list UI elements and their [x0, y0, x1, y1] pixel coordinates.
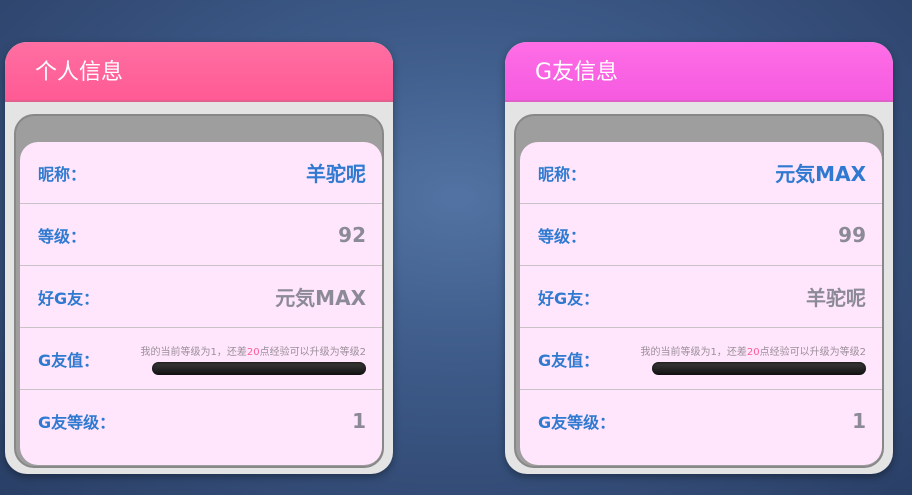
nickname-value: 羊驼呢	[306, 162, 366, 186]
level-row: 等级： 92	[20, 204, 382, 266]
glevel-label: G友等级：	[38, 413, 116, 432]
friend-info-card: G友信息 昵称： 元気MAX 等级： 99 好G友： 羊驼呢 G友值： 我的当前…	[505, 42, 893, 474]
gvalue-row: G友值： 我的当前等级为1，还差20点经验可以升级为等级2	[520, 328, 882, 390]
level-label: 等级：	[38, 226, 87, 246]
nickname-row: 昵称： 羊驼呢	[20, 142, 382, 204]
personal-info-title: 个人信息	[5, 42, 393, 102]
gvalue-row: G友值： 我的当前等级为1，还差20点经验可以升级为等级2	[20, 328, 382, 390]
progress-suffix: 点经验可以升级为等级2	[259, 346, 366, 358]
glevel-row: G友等级： 1	[20, 390, 382, 452]
personal-info-panel: 昵称： 羊驼呢 等级： 92 好G友： 元気MAX G友值： 我的当前等级为1，…	[20, 142, 382, 465]
progress-text: 我的当前等级为1，还差20点经验可以升级为等级2	[141, 343, 366, 358]
gvalue-progress: 我的当前等级为1，还差20点经验可以升级为等级2	[141, 343, 366, 375]
glevel-value: 1	[852, 409, 866, 433]
progress-points: 20	[246, 346, 260, 358]
friend-value: 元気MAX	[275, 286, 366, 310]
level-label: 等级：	[538, 226, 587, 246]
gvalue-label: G友值：	[538, 350, 600, 370]
glevel-row: G友等级： 1	[520, 390, 882, 452]
level-value: 92	[338, 222, 366, 247]
glevel-label: G友等级：	[538, 413, 616, 432]
friend-info-title: G友信息	[505, 42, 893, 102]
friend-info-panel: 昵称： 元気MAX 等级： 99 好G友： 羊驼呢 G友值： 我的当前等级为1，…	[520, 142, 882, 465]
progress-prefix: 我的当前等级为1，还差	[140, 346, 247, 358]
personal-info-frame: 昵称： 羊驼呢 等级： 92 好G友： 元気MAX G友值： 我的当前等级为1，…	[14, 114, 384, 468]
friend-label: 好G友：	[538, 288, 600, 308]
progress-bar	[652, 361, 866, 375]
nickname-label: 昵称：	[38, 164, 87, 184]
gvalue-label: G友值：	[38, 350, 100, 370]
progress-bar	[152, 361, 366, 375]
friend-row: 好G友： 羊驼呢	[520, 266, 882, 328]
nickname-value: 元気MAX	[775, 162, 866, 186]
progress-points: 20	[746, 346, 760, 358]
progress-prefix: 我的当前等级为1，还差	[640, 346, 747, 358]
progress-text: 我的当前等级为1，还差20点经验可以升级为等级2	[641, 343, 866, 358]
progress-suffix: 点经验可以升级为等级2	[759, 346, 866, 358]
friend-row: 好G友： 元気MAX	[20, 266, 382, 328]
glevel-value: 1	[352, 409, 366, 433]
nickname-row: 昵称： 元気MAX	[520, 142, 882, 204]
level-row: 等级： 99	[520, 204, 882, 266]
personal-info-card: 个人信息 昵称： 羊驼呢 等级： 92 好G友： 元気MAX G友值： 我的当前…	[5, 42, 393, 474]
gvalue-progress: 我的当前等级为1，还差20点经验可以升级为等级2	[641, 343, 866, 375]
friend-label: 好G友：	[38, 288, 100, 308]
friend-value: 羊驼呢	[806, 286, 866, 310]
nickname-label: 昵称：	[538, 164, 587, 184]
friend-info-frame: 昵称： 元気MAX 等级： 99 好G友： 羊驼呢 G友值： 我的当前等级为1，…	[514, 114, 884, 468]
level-value: 99	[838, 222, 866, 247]
